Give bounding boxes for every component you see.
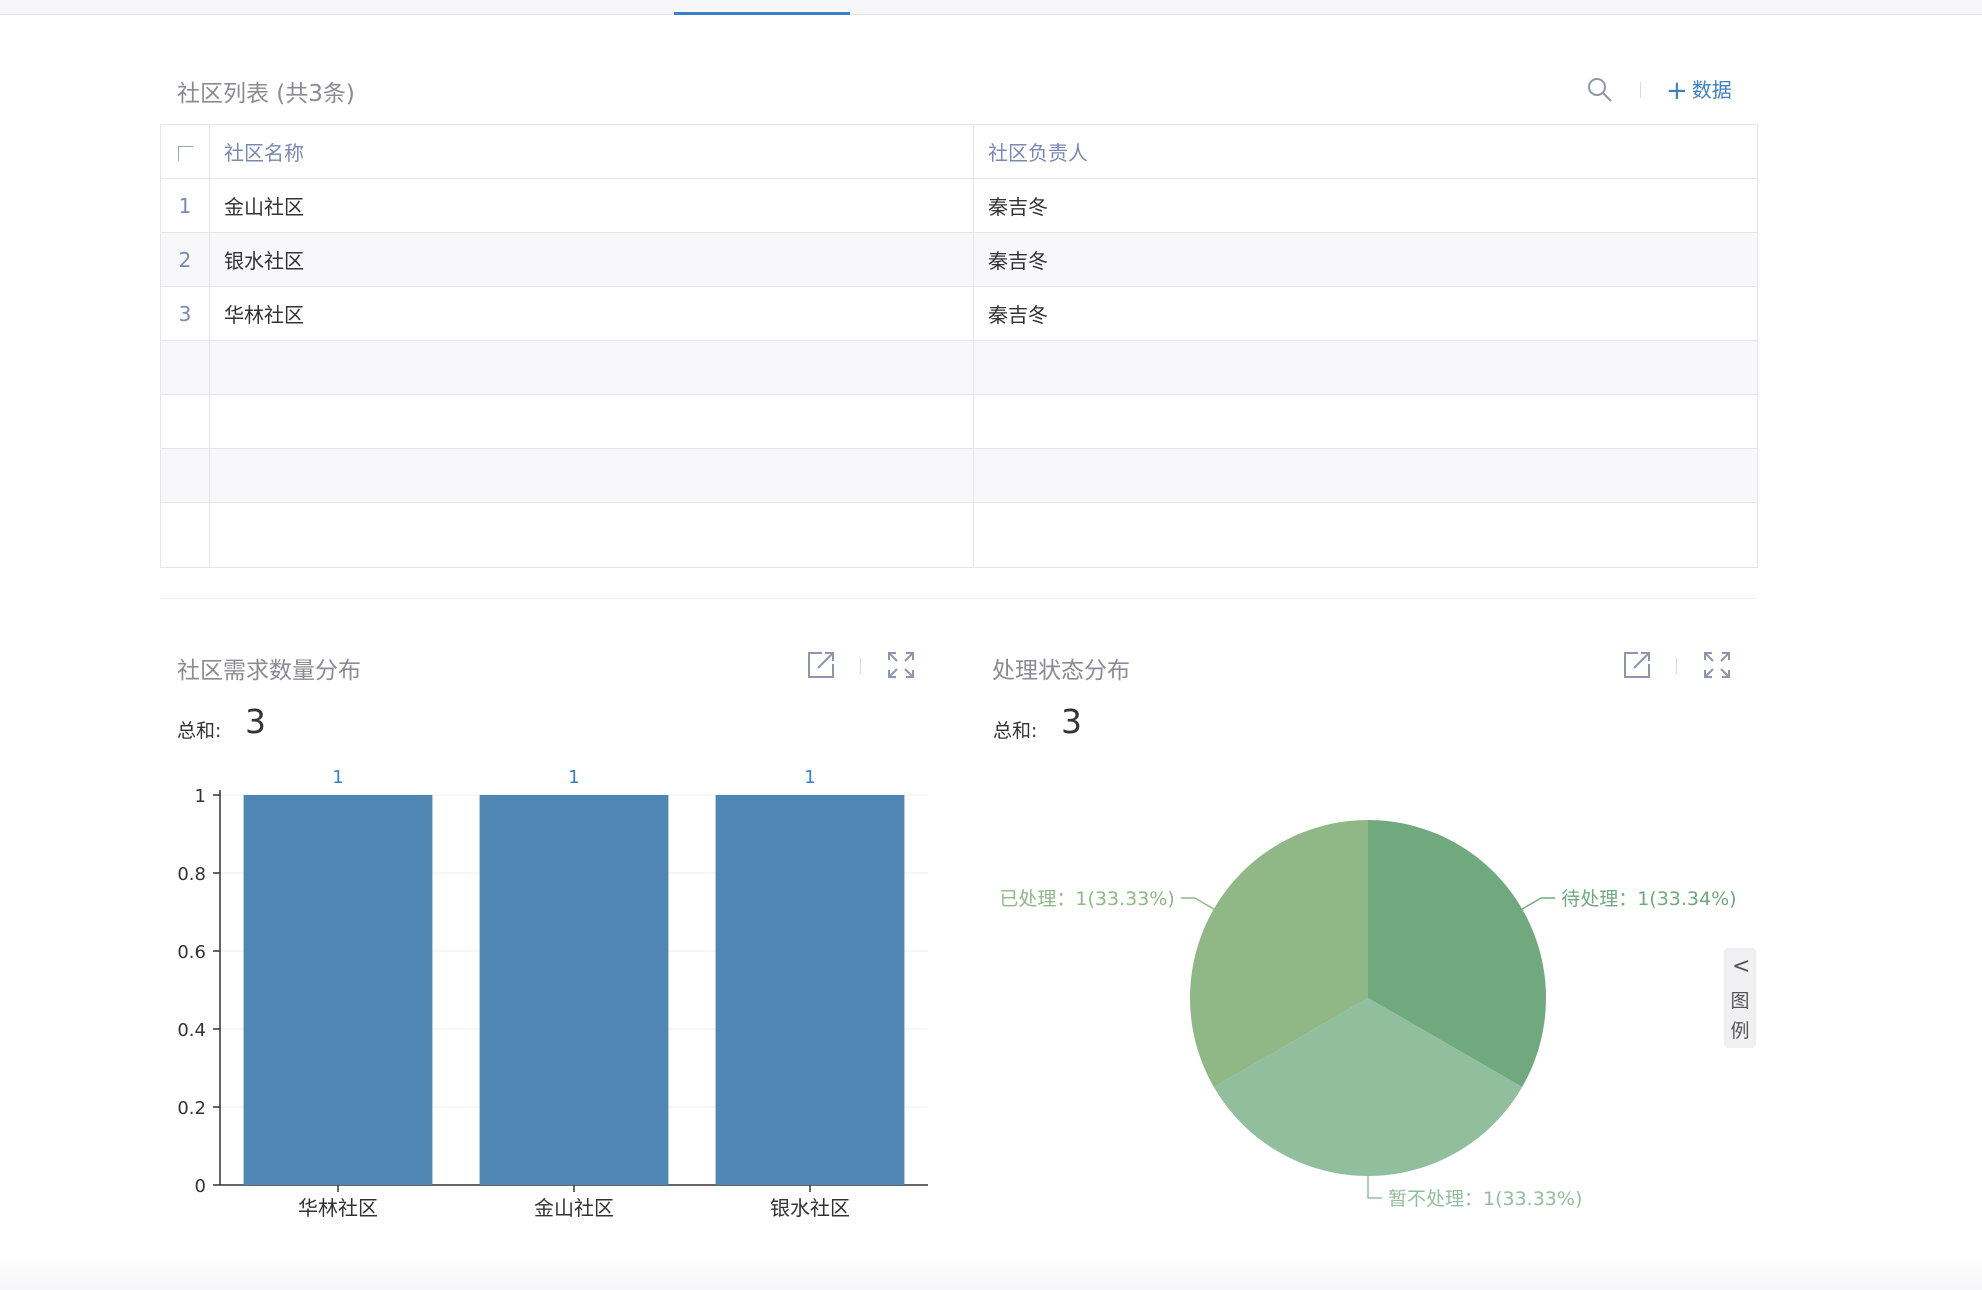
bar-total-label: 总和: (177, 720, 222, 742)
community-owner-cell[interactable]: 秦吉冬 (973, 178, 1758, 233)
empty-row (160, 502, 1758, 568)
table-header-row: 社区名称 社区负责人 (160, 124, 1758, 179)
legend-toggle[interactable]: < 图例 (1724, 948, 1756, 1048)
community-owner-cell[interactable]: 秦吉冬 (973, 232, 1758, 287)
add-data-button[interactable]: + 数据 (1666, 74, 1732, 106)
fullscreen-icon[interactable] (1702, 650, 1732, 680)
pie-total-label: 总和: (993, 720, 1038, 742)
column-header-name[interactable]: 社区名称 (209, 124, 974, 179)
community-name-cell[interactable]: 银水社区 (209, 232, 974, 287)
select-all-cell[interactable] (160, 124, 210, 179)
y-tick-label: 0.2 (177, 1098, 206, 1119)
pie-panel-title: 处理状态分布 (992, 658, 1130, 684)
table-row[interactable]: 1 金山社区 秦吉冬 (160, 178, 1758, 233)
pie-label-line (1521, 897, 1556, 910)
bar-data-label: 1 (568, 767, 579, 788)
plus-icon: + (1666, 76, 1688, 106)
y-tick-label: 0.8 (177, 864, 206, 885)
column-header-owner[interactable]: 社区负责人 (973, 124, 1758, 179)
pie-label-line (1180, 897, 1215, 910)
community-owner-cell[interactable]: 秦吉冬 (973, 286, 1758, 341)
pie-slice-label: 已处理：1(33.33%) (999, 888, 1174, 910)
y-tick-label: 1 (195, 786, 206, 807)
panel-toolbar-separator (860, 658, 861, 674)
community-name-cell[interactable]: 金山社区 (209, 178, 974, 233)
bar (243, 795, 433, 1185)
row-index: 3 (160, 286, 210, 341)
y-tick-label: 0.6 (177, 942, 206, 963)
chevron-left-icon: < (1732, 954, 1751, 979)
empty-row (160, 394, 1758, 449)
bar-chart: 0 0.2 0.4 0.6 0.8 1 1 华林社区 1 金山社区 1 银水社区 (177, 767, 928, 1220)
search-icon[interactable] (1586, 76, 1614, 104)
legend-toggle-label: 图例 (1730, 990, 1750, 1042)
x-tick-label: 银水社区 (770, 1196, 850, 1220)
x-tick-label: 华林社区 (298, 1196, 378, 1220)
community-table: 社区名称 社区负责人 1 金山社区 秦吉冬 2 银水社区 秦吉冬 3 华林社区 … (160, 124, 1758, 568)
toolbar-separator (1640, 82, 1641, 98)
row-index: 1 (160, 178, 210, 233)
y-tick-label: 0.4 (177, 1020, 206, 1041)
active-tab-indicator (674, 12, 850, 15)
empty-row (160, 448, 1758, 503)
bar-data-label: 1 (332, 767, 343, 788)
select-all-checkbox[interactable] (177, 145, 193, 161)
top-tab-bar (0, 0, 1982, 15)
export-icon[interactable] (806, 650, 836, 680)
bar (715, 795, 905, 1185)
pie-slice-label: 待处理：1(33.34%) (1561, 888, 1736, 910)
table-row[interactable]: 3 华林社区 秦吉冬 (160, 286, 1758, 341)
fullscreen-icon[interactable] (886, 650, 916, 680)
add-data-label: 数据 (1691, 78, 1732, 102)
table-row[interactable]: 2 银水社区 秦吉冬 (160, 232, 1758, 287)
row-index: 2 (160, 232, 210, 287)
empty-row (160, 340, 1758, 395)
y-tick-label: 0 (195, 1176, 206, 1197)
panel-toolbar-separator (1676, 658, 1677, 674)
section-divider (160, 598, 1757, 599)
bar-total-value: 3 (245, 702, 266, 741)
pie-slice-label: 暂不处理：1(33.33%) (1388, 1188, 1582, 1210)
list-title: 社区列表 (共3条) (177, 81, 355, 107)
export-icon[interactable] (1622, 650, 1652, 680)
bar (479, 795, 669, 1185)
x-tick-label: 金山社区 (534, 1196, 614, 1220)
pie-total-value: 3 (1061, 702, 1082, 741)
community-name-cell[interactable]: 华林社区 (209, 286, 974, 341)
bar-data-label: 1 (804, 767, 815, 788)
pie-chart: 待处理：1(33.34%) 暂不处理：1(33.33%) 已处理：1(33.33%) (999, 820, 1737, 1210)
bar-panel-title: 社区需求数量分布 (177, 658, 361, 684)
pie-label-line (1367, 1176, 1382, 1199)
bottom-edge (0, 1255, 1982, 1290)
